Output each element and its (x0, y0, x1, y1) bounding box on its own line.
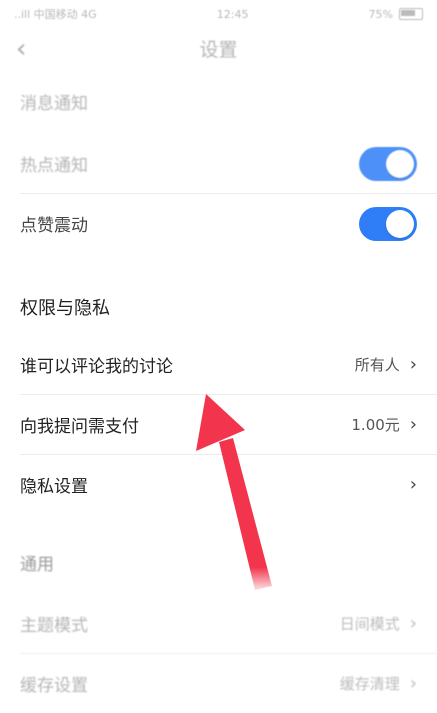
status-right: 75% (369, 8, 423, 21)
list-item-cache-settings[interactable]: 缓存设置 缓存清理 › (20, 654, 437, 713)
section-title-privacy: 权限与隐私 (20, 298, 110, 319)
chevron-right-icon: › (409, 613, 417, 634)
back-icon[interactable]: ‹ (16, 34, 26, 64)
who-can-comment-label: 谁可以评论我的讨论 (20, 357, 173, 377)
chevron-right-icon: › (409, 354, 417, 375)
toggle-knob (386, 149, 414, 178)
section-title-messages: 消息通知 (20, 93, 88, 114)
chevron-right-icon: › (409, 474, 417, 495)
cache-settings-value: 缓存清理 (339, 675, 400, 693)
list-item-hot-notify[interactable]: 热点通知 (20, 134, 437, 194)
status-time: 12:45 (216, 7, 249, 21)
who-can-comment-value: 所有人 (354, 356, 400, 374)
status-bar: ..ill 中国移动 4G 12:45 75% (0, 0, 437, 28)
like-vibrate-toggle[interactable] (359, 206, 417, 241)
privacy-list: 谁可以评论我的讨论 所有人 › 向我提问需支付 1.00元 › 隐私设置 › (0, 335, 437, 514)
list-item-like-vibrate[interactable]: 点赞震动 (20, 194, 437, 253)
who-can-comment-value-group: 所有人 › (355, 354, 417, 375)
battery-icon (399, 8, 423, 20)
hot-notify-toggle[interactable] (359, 146, 417, 181)
page-title: 设置 (199, 38, 238, 61)
toggle-knob (386, 209, 414, 238)
section-title-general: 通用 (20, 554, 54, 575)
section-header-messages: 消息通知 (0, 68, 437, 134)
messages-list: 热点通知 点赞震动 (0, 134, 437, 253)
list-item-theme-mode[interactable]: 主题模式 日间模式 › (20, 594, 437, 654)
general-list: 主题模式 日间模式 › 缓存设置 缓存清理 › (0, 594, 437, 713)
theme-mode-value: 日间模式 (339, 615, 400, 633)
list-item-who-can-comment[interactable]: 谁可以评论我的讨论 所有人 › (20, 335, 437, 395)
chevron-right-icon: › (409, 414, 417, 435)
ask-me-payment-value-group: 1.00元 › (351, 414, 417, 435)
theme-mode-label: 主题模式 (20, 616, 88, 636)
theme-mode-value-group: 日间模式 › (340, 613, 417, 634)
privacy-settings-value-group: › (410, 474, 417, 495)
hot-notify-label: 热点通知 (20, 156, 88, 176)
privacy-settings-label: 隐私设置 (20, 477, 88, 497)
cache-settings-value-group: 缓存清理 › (340, 673, 417, 694)
battery-percent: 75% (368, 7, 393, 21)
nav-bar: ‹ 设置 (0, 28, 437, 68)
list-item-ask-me-payment[interactable]: 向我提问需支付 1.00元 › (20, 395, 437, 455)
chevron-right-icon: › (409, 673, 417, 694)
ask-me-payment-value: 1.00元 (351, 416, 400, 434)
carrier-signal: ..ill 中国移动 4G (14, 8, 97, 21)
ask-me-payment-label: 向我提问需支付 (20, 417, 139, 437)
like-vibrate-label: 点赞震动 (20, 216, 88, 236)
list-item-privacy-settings[interactable]: 隐私设置 › (20, 455, 437, 514)
cache-settings-label: 缓存设置 (20, 676, 88, 696)
